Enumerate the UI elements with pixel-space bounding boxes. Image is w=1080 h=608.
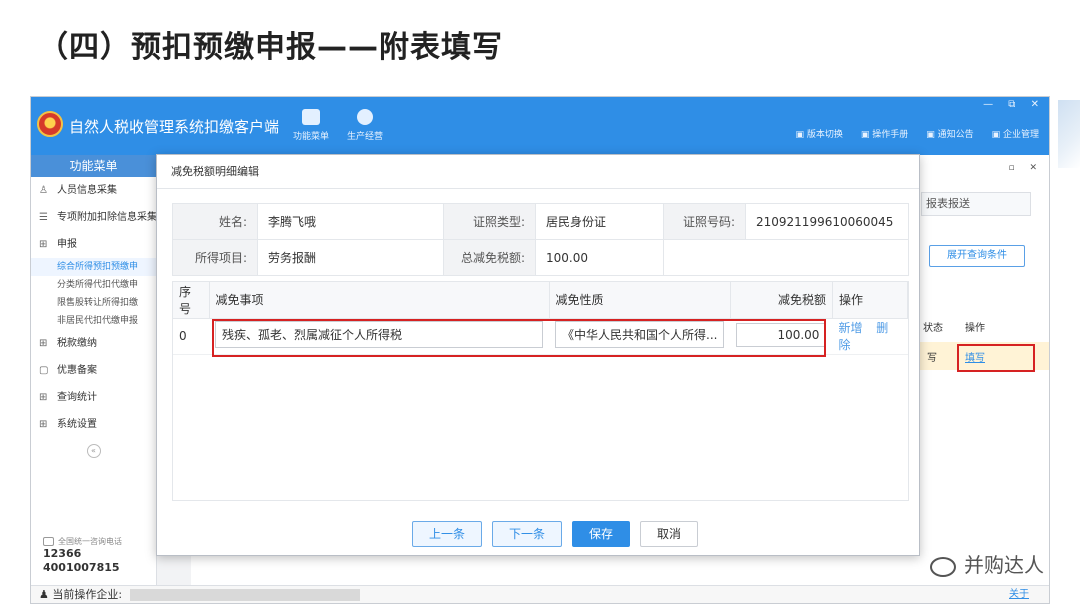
hotline-number-1: 12366 (43, 547, 82, 560)
grid-icon: ⊞ (39, 392, 48, 403)
company-manage-link[interactable]: 企业管理 (992, 127, 1039, 140)
window-controls[interactable]: — ⧉ ✕ (983, 99, 1045, 110)
sidebar-item-tax-payment[interactable]: ⊞ 税款缴纳 (31, 330, 156, 357)
dialog-title: 减免税额明细编辑 (157, 155, 919, 189)
collapse-icon[interactable]: « (86, 444, 101, 458)
col-relief-item: 减免事项 (209, 282, 550, 319)
header-links: 版本切换 操作手册 通知公告 企业管理 (795, 127, 1039, 140)
sidebar-item-query[interactable]: ⊞ 查询统计 (31, 384, 156, 411)
row-index: 0 (173, 318, 209, 355)
slide-title: （四）预扣预缴申报——附表填写 (38, 30, 503, 65)
sidebar-item-declare[interactable]: ⊞ 申报 (31, 231, 156, 258)
app-name: 自然人税收管理系统扣缴客户端 (69, 118, 280, 136)
row-status: 写 (927, 353, 937, 364)
id-type-value: 居民身份证 (535, 203, 664, 240)
col-relief-amount: 减免税额 (730, 282, 833, 319)
total-relief-value: 100.00 (535, 239, 664, 276)
fill-in-highlight-box (957, 344, 1035, 372)
next-button[interactable]: 下一条 (492, 521, 563, 547)
id-type-label: 证照类型: (443, 203, 536, 240)
sidebar: 功能菜单 ♙ 人员信息采集 ☰ 专项附加扣除信息采集 ⊞ 申报 综合所得预扣预缴申 分… (31, 155, 157, 603)
grid-icon: ⊞ (39, 419, 48, 430)
about-link[interactable]: 关于 (1009, 586, 1029, 603)
name-value: 李腾飞哦 (257, 203, 444, 240)
cancel-button[interactable]: 取消 (640, 521, 699, 547)
tax-emblem-icon (37, 111, 63, 137)
relief-detail-table: 序号 减免事项 减免性质 减免税额 操作 0 残疾、孤老、烈属减征个人所得税 《… (173, 282, 909, 355)
grid-icon: ⊞ (39, 338, 48, 349)
menu-tool-label: 功能菜单 (292, 132, 329, 142)
prev-button[interactable]: 上一条 (412, 521, 483, 547)
list-icon: ☰ (39, 212, 48, 223)
notice-link[interactable]: 通知公告 (926, 127, 974, 140)
action-column-header: 操作 (965, 323, 985, 334)
relief-detail-table-wrap: 序号 减免事项 减免性质 减免税额 操作 0 残疾、孤老、烈属减征个人所得税 《… (172, 281, 909, 501)
sidebar-item-person[interactable]: ♙ 人员信息采集 (31, 177, 156, 204)
sidebar-sub-restricted-stock[interactable]: 限售股转让所得扣缴 (31, 294, 156, 312)
total-relief-label: 总减免税额: (443, 239, 536, 276)
sidebar-sub-comprehensive[interactable]: 综合所得预扣预缴申 (31, 258, 156, 276)
panel-controls[interactable]: ▫ ✕ (1008, 163, 1043, 173)
sidebar-header: 功能菜单 (31, 155, 156, 177)
sidebar-item-preferential[interactable]: ▢ 优惠备案 (31, 357, 156, 384)
relief-amount-field[interactable]: 100.00 (736, 322, 827, 347)
relief-detail-dialog: 减免税额明细编辑 姓名: 李腾飞哦 证照类型: 居民身份证 证照号码: 2109… (156, 154, 920, 556)
watermark: 并购达人 (930, 549, 1044, 578)
app-titlebar: 自然人税收管理系统扣缴客户端 功能菜单 生产经营 版本切换 操作手册 通知公告 … (31, 97, 1049, 155)
sidebar-sub-classified[interactable]: 分类所得代扣代缴申 (31, 276, 156, 294)
company-name-redacted (129, 589, 360, 601)
add-row-link[interactable]: 新增 (838, 321, 862, 335)
col-action: 操作 (832, 282, 909, 319)
taxpayer-info-grid: 姓名: 李腾飞哦 证照类型: 居民身份证 证照号码: 2109211996100… (172, 203, 909, 276)
status-column-header: 状态 (923, 323, 943, 334)
phone-icon (43, 537, 54, 546)
income-item-label: 所得项目: (172, 239, 258, 276)
grid-icon: ⊞ (39, 239, 48, 250)
income-item-value: 劳务报酬 (257, 239, 444, 276)
doc-icon: ▢ (39, 365, 49, 376)
hotline: 全国统一咨询电话 12366 4001007815 (43, 537, 122, 574)
sidebar-item-settings[interactable]: ⊞ 系统设置 (31, 411, 156, 438)
id-number-label: 证照号码: (663, 203, 746, 240)
decorative-corner (1058, 100, 1080, 168)
table-row: 0 残疾、孤老、烈属减征个人所得税 《中华人民共和国个人所得... 100.00… (173, 318, 908, 355)
relief-item-field[interactable]: 残疾、孤老、烈属减征个人所得税 (215, 321, 543, 348)
col-relief-nature: 减免性质 (549, 282, 731, 319)
person-icon: ♙ (39, 185, 48, 196)
expand-query-button[interactable]: 展开查询条件 (929, 245, 1025, 267)
sidebar-item-special-deduction[interactable]: ☰ 专项附加扣除信息采集 (31, 204, 156, 231)
current-company-label: 当前操作企业: (52, 588, 123, 601)
coins-icon (357, 109, 373, 125)
menu-icon (302, 109, 320, 125)
name-label: 姓名: (172, 203, 258, 240)
dialog-button-bar: 上一条 下一条 保存 取消 (412, 521, 699, 547)
business-tool-button[interactable]: 生产经营 (339, 109, 391, 142)
menu-tool-button[interactable]: 功能菜单 (285, 109, 337, 142)
relief-nature-field[interactable]: 《中华人民共和国个人所得... (555, 321, 725, 348)
id-number-value: 210921199610060045 (745, 203, 909, 240)
business-tool-label: 生产经营 (346, 132, 383, 142)
tab-report-submit[interactable]: 报表报送 (921, 192, 1031, 216)
status-bar: ♟ 当前操作企业: 关于 (31, 585, 1049, 603)
manual-link[interactable]: 操作手册 (861, 127, 908, 140)
save-button[interactable]: 保存 (572, 521, 631, 547)
hotline-number-2: 4001007815 (43, 561, 120, 574)
version-switch-link[interactable]: 版本切换 (795, 127, 843, 140)
wechat-icon (930, 556, 956, 577)
sidebar-sub-nonresident[interactable]: 非居民代扣代缴申报 (31, 312, 156, 330)
col-index: 序号 (173, 282, 210, 319)
operator-icon: ♟ (39, 588, 49, 601)
